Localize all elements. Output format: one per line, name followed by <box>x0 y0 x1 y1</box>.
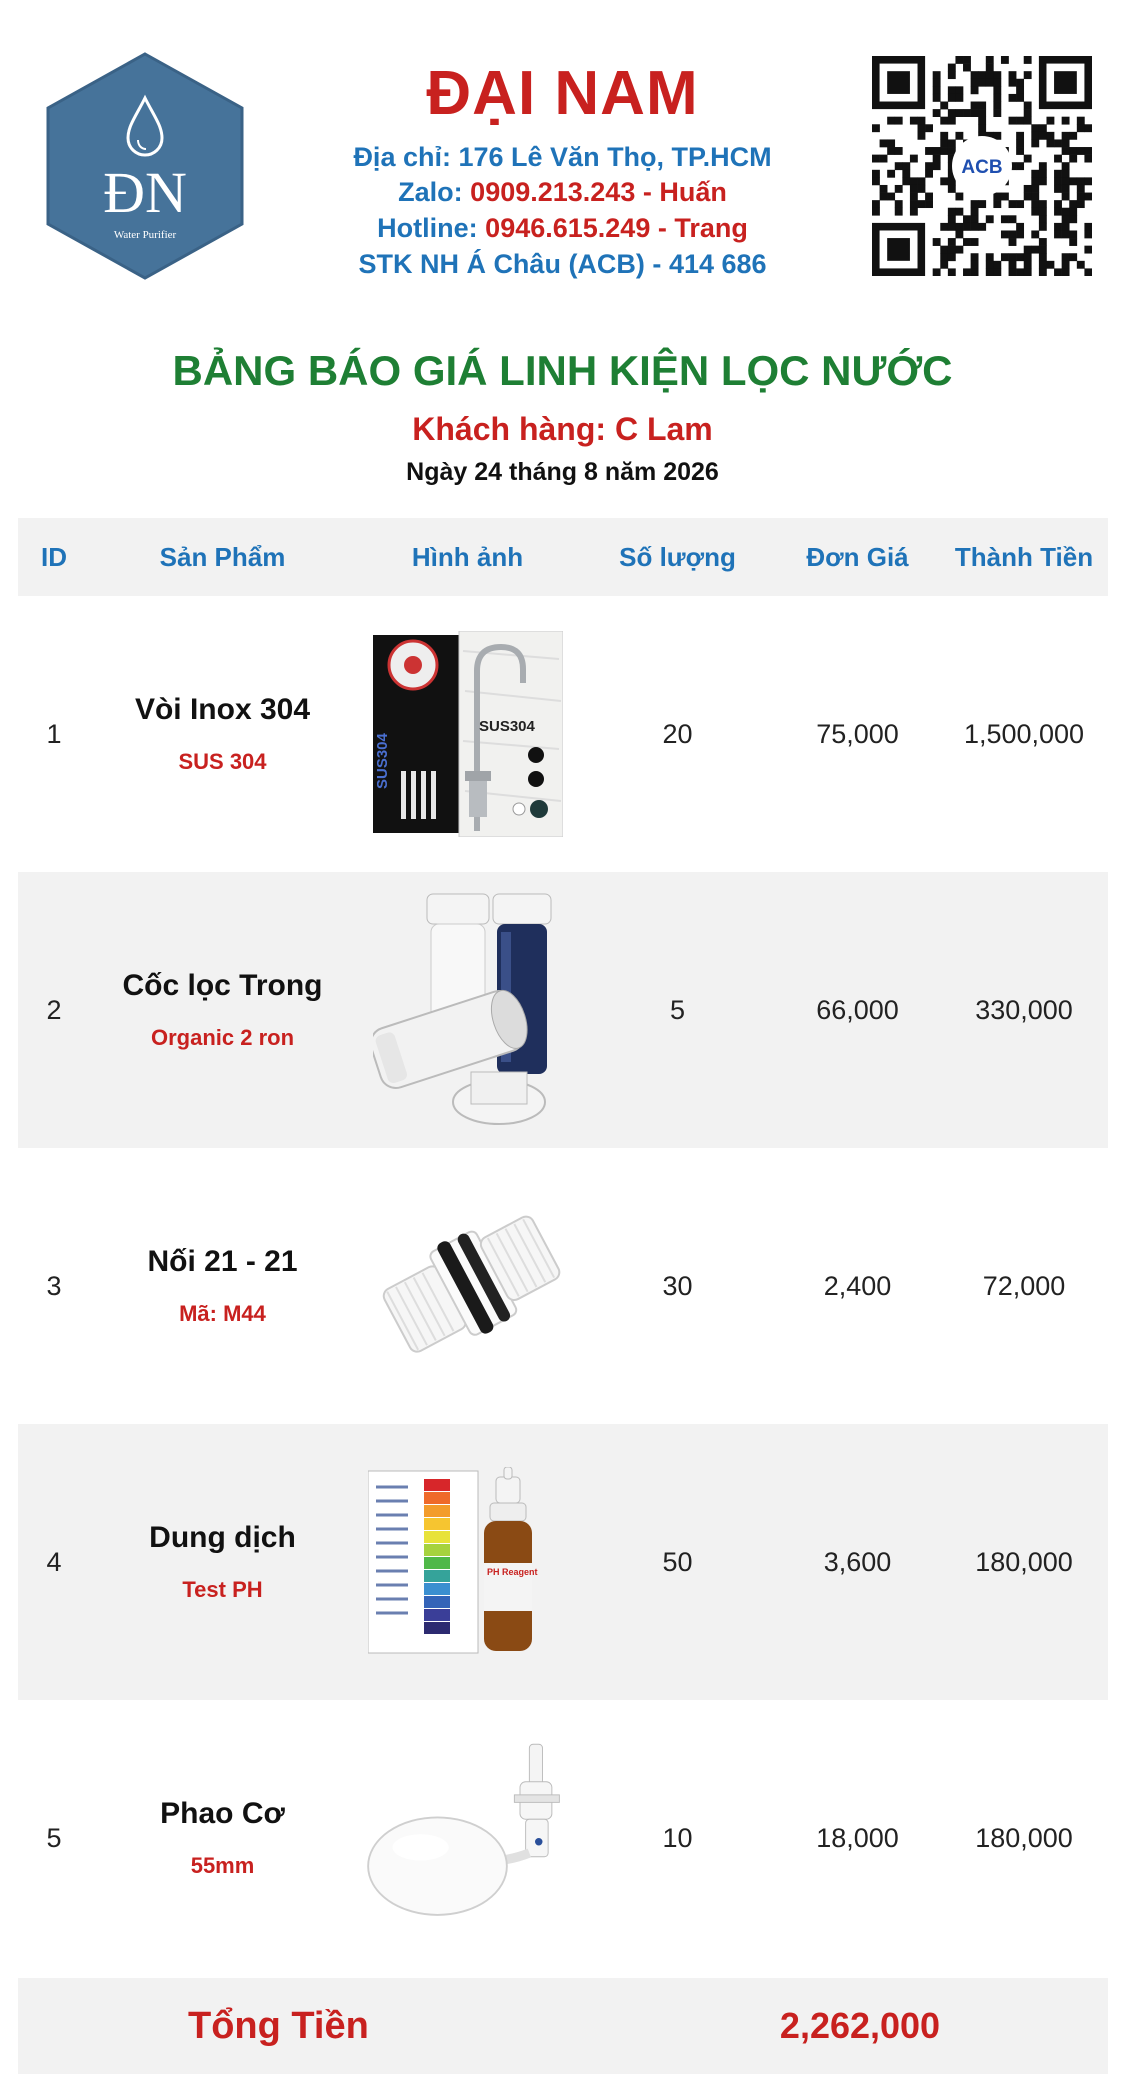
header-total: Thành Tiền <box>954 542 1094 572</box>
zalo-line: Zalo: 0909.213.243 - Huấn <box>260 177 865 208</box>
header-id: ID <box>41 542 67 572</box>
address-line: Địa chỉ: 176 Lê Văn Thọ, TP.HCM <box>260 142 865 173</box>
zalo-value: 0909.213.243 - Huấn <box>470 177 727 207</box>
row-quantity: 30 <box>662 1270 693 1301</box>
qr-badge: ACB <box>961 157 1002 178</box>
product-cell: Cốc lọc Trong Organic 2 ron <box>90 872 355 1148</box>
product-cell: Vòi Inox 304 SUS 304 <box>90 596 355 872</box>
row-id: 5 <box>46 1822 62 1853</box>
float-valve-image <box>355 1700 580 1976</box>
row-unit-price: 3,600 <box>823 1546 892 1577</box>
address-label: Địa chỉ: <box>353 142 451 172</box>
table-row: 4 Dung dịch Test PH PH Reagent 50 3,600 … <box>18 1424 1108 1700</box>
pipe-connector-image <box>355 1148 580 1424</box>
quote-date: Ngày 24 tháng 8 năm 2026 <box>406 458 719 486</box>
row-total: 72,000 <box>982 1270 1066 1301</box>
table-row: 3 Nối 21 - 21 Mã: M44 30 2,400 72,000 <box>18 1148 1108 1424</box>
product-cell: Dung dịch Test PH <box>90 1424 355 1700</box>
bank-line: STK NH Á Châu (ACB) - 414 686 <box>260 249 865 280</box>
hotline-value: 0946.615.249 - Trang <box>485 213 748 243</box>
faucet-label: SUS304 <box>479 718 536 735</box>
table-row: 2 Cốc lọc Trong Organic 2 ron 5 66,000 3… <box>18 872 1108 1148</box>
product-code: SUS 304 <box>178 749 267 774</box>
logo-subtext: Water Purifier <box>114 229 177 241</box>
product-name: Phao Cơ <box>160 1797 285 1830</box>
table-row: 5 Phao Cơ 55mm 10 18,000 180,000 <box>18 1700 1108 1976</box>
bank-value: 414 686 <box>668 249 767 279</box>
company-name: ĐẠI NAM <box>426 59 699 128</box>
product-code: Organic 2 ron <box>150 1025 295 1050</box>
logo-text: ĐN <box>103 160 187 225</box>
row-id: 3 <box>46 1270 62 1301</box>
total-value: 2,262,000 <box>779 2005 941 2046</box>
product-name: Cốc lọc Trong <box>122 969 323 1002</box>
product-code: 55mm <box>190 1853 255 1878</box>
product-name: Vòi Inox 304 <box>134 693 311 726</box>
row-quantity: 10 <box>662 1822 693 1853</box>
product-cell: Phao Cơ 55mm <box>90 1700 355 1976</box>
row-id: 2 <box>46 994 62 1025</box>
header-product: Sản Phẩm <box>159 542 286 572</box>
svg-text:SUS304: SUS304 <box>374 732 391 789</box>
zalo-label: Zalo: <box>398 177 463 207</box>
row-unit-price: 18,000 <box>816 1822 899 1853</box>
row-quantity: 50 <box>662 1546 693 1577</box>
table-row: 1 Vòi Inox 304 SUS 304 SUS304 SUS304 20 … <box>18 596 1108 872</box>
page-title: BẢNG BÁO GIÁ LINH KIỆN LỌC NƯỚC <box>172 347 953 394</box>
row-id: 4 <box>46 1546 62 1577</box>
hotline-line: Hotline: 0946.615.249 - Trang <box>260 213 865 244</box>
product-code: Mã: M44 <box>179 1301 266 1326</box>
customer-name: Khách hàng: C Lam <box>412 411 713 447</box>
total-label: Tổng Tiền <box>188 2005 369 2047</box>
row-id: 1 <box>46 718 62 749</box>
company-logo: ĐN Water Purifier <box>46 52 244 280</box>
row-total: 180,000 <box>975 1546 1073 1577</box>
total-row: Tổng Tiền 2,262,000 <box>18 1978 1108 2074</box>
row-quantity: 5 <box>669 994 686 1025</box>
product-code: Test PH <box>182 1577 263 1602</box>
product-cell: Nối 21 - 21 Mã: M44 <box>90 1148 355 1424</box>
ph-test-kit-image: PH Reagent <box>355 1424 580 1700</box>
row-unit-price: 2,400 <box>823 1270 892 1301</box>
header-unit-price: Đơn Giá <box>806 542 909 572</box>
hotline-label: Hotline: <box>377 213 478 243</box>
row-total: 330,000 <box>975 994 1073 1025</box>
reagent-label: PH Reagent <box>487 1567 538 1577</box>
row-unit-price: 75,000 <box>816 718 899 749</box>
header-image: Hình ảnh <box>411 542 524 572</box>
row-quantity: 20 <box>662 718 693 749</box>
product-name: Nối 21 - 21 <box>147 1245 298 1278</box>
row-unit-price: 66,000 <box>816 994 899 1025</box>
filter-housing-image <box>355 872 580 1148</box>
table-header: ID Sản Phẩm Hình ảnh Số lượng Đơn Giá Th… <box>18 518 1108 596</box>
header-quantity: Số lượng <box>619 542 736 572</box>
row-total: 1,500,000 <box>963 718 1085 749</box>
product-name: Dung dịch <box>149 1521 296 1554</box>
bank-label: STK NH Á Châu (ACB) - <box>358 249 662 279</box>
row-total: 180,000 <box>975 1822 1073 1853</box>
address-value: 176 Lê Văn Thọ, TP.HCM <box>458 142 772 172</box>
qr-code-icon: ACB <box>872 56 1092 276</box>
faucet-image: SUS304 SUS304 <box>355 596 580 872</box>
